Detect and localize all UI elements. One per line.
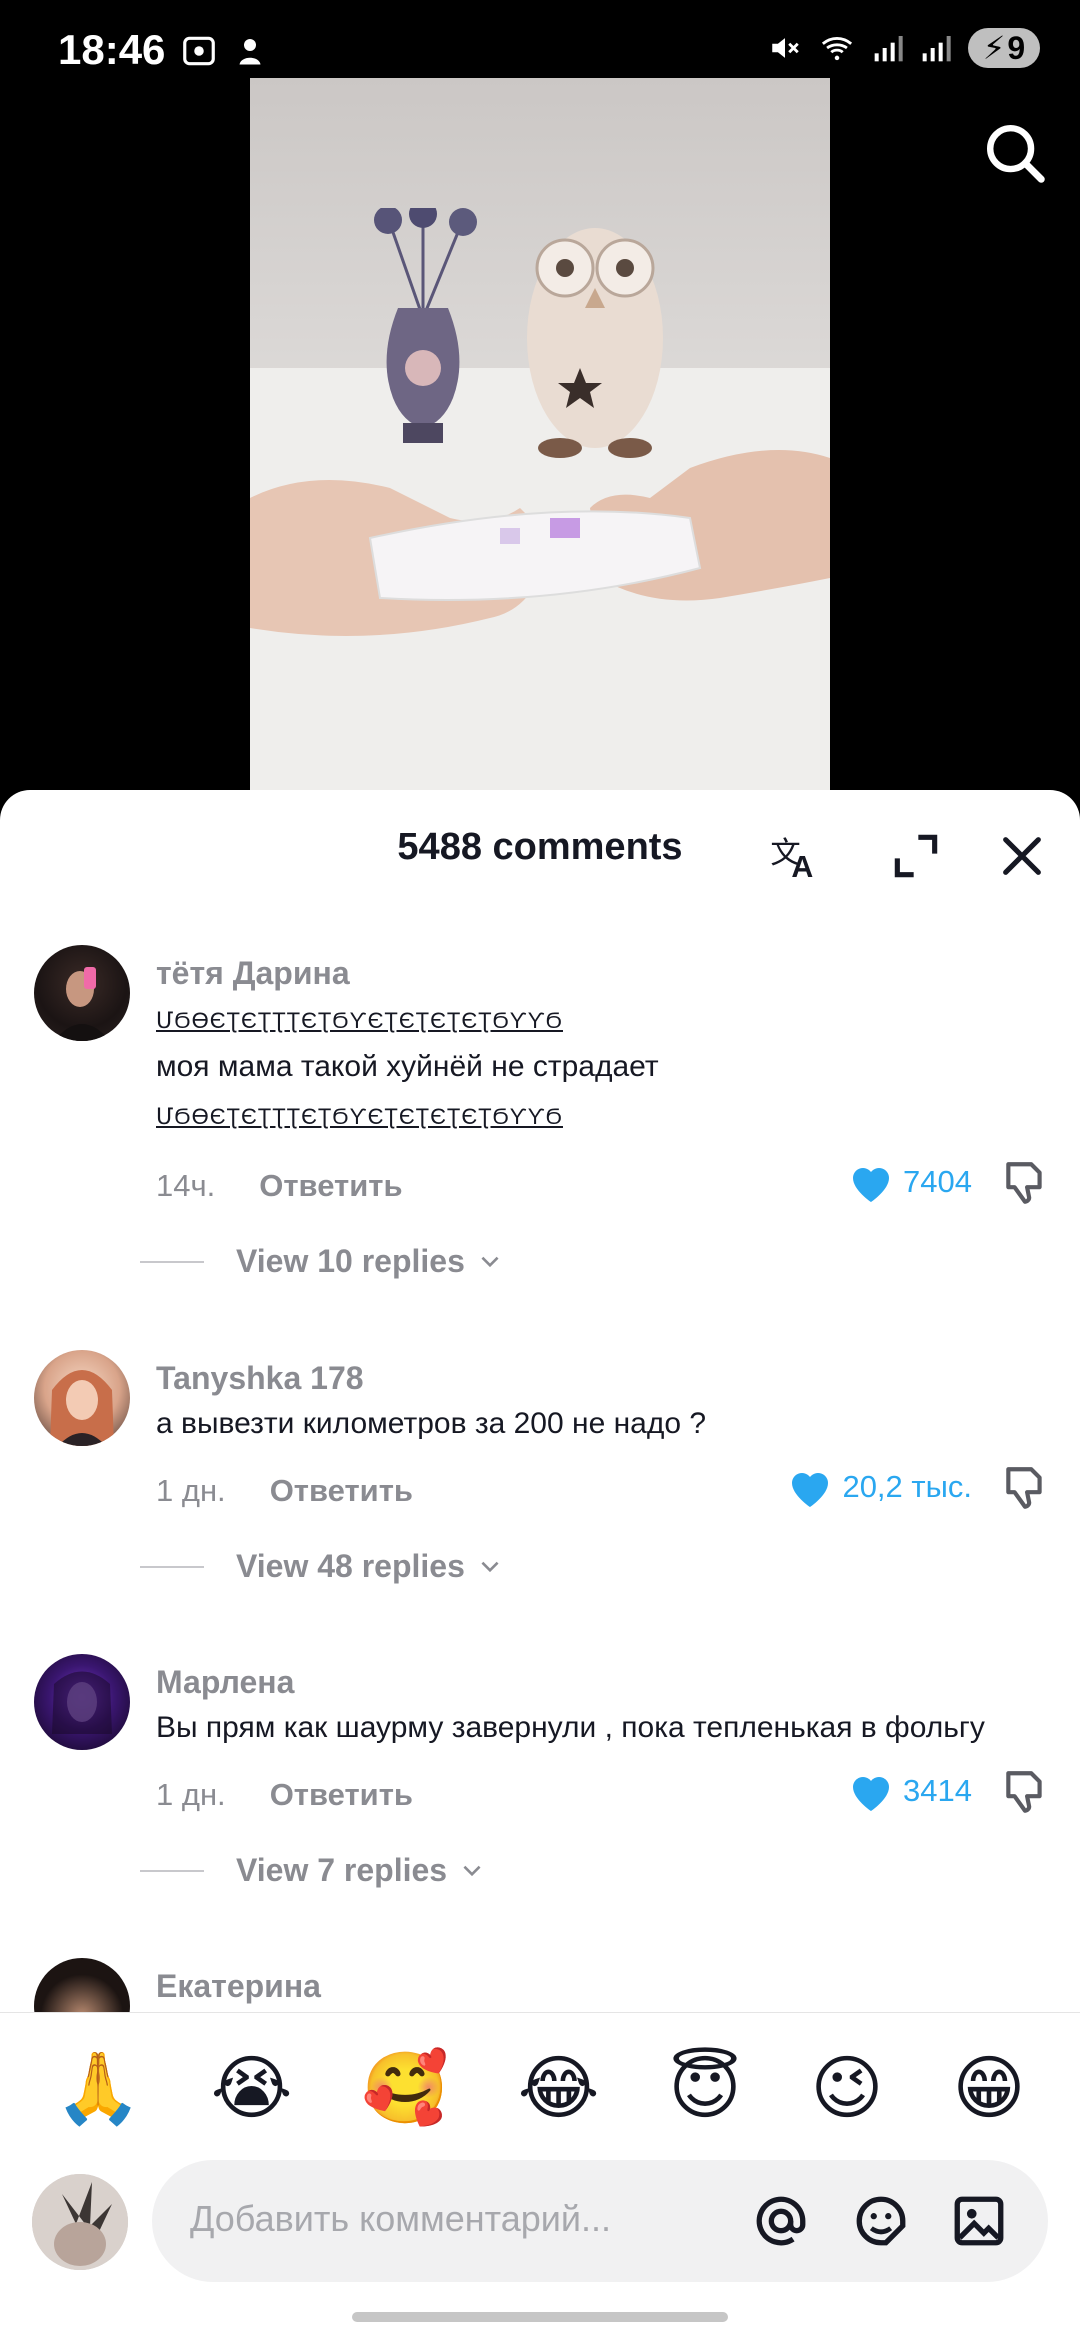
screenshot-icon (183, 36, 215, 66)
comment-text: а вывезти километров за 200 не надо ? (156, 1407, 707, 1440)
video-player[interactable] (250, 78, 830, 798)
view-replies-label: View 7 replies (236, 1852, 448, 1888)
comment-username[interactable]: Tanyshka 178 (156, 1360, 364, 1397)
battery-indicator: ⚡ 9 (968, 28, 1040, 68)
status-time: 18:46 (58, 26, 166, 73)
view-replies-button[interactable]: View 7 replies (140, 1852, 485, 1889)
chevron-down-icon (481, 1256, 499, 1267)
translate-icon[interactable]: 文 A (768, 828, 824, 884)
comment-time: 14ч. (156, 1168, 216, 1203)
comment-deco-line: ՄϬϴЄƮЄƮƮƮЄƮϬƳЄƮЄƮЄƮЄƮϬƳƳϬ (156, 995, 563, 1045)
comment-meta: 1 дн. Ответить (156, 1777, 413, 1813)
reply-button[interactable]: Ответить (259, 1168, 402, 1204)
comment-meta: 1 дн. Ответить (156, 1473, 413, 1509)
comment-text: моя мама такой хуйнёй не страдает (156, 1050, 659, 1083)
emoji-angel-button[interactable]: 😇 (669, 2053, 742, 2123)
avatar[interactable] (34, 1958, 130, 2012)
search-icon[interactable] (980, 118, 1050, 188)
emoji-grin-button[interactable]: 😁 (953, 2053, 1026, 2123)
battery-level: 9 (1007, 29, 1026, 66)
emoji-laughing-button[interactable]: 😂 (518, 2053, 600, 2123)
heart-icon (853, 1168, 890, 1202)
mention-icon[interactable] (752, 2192, 810, 2250)
comment-time: 1 дн. (156, 1473, 226, 1508)
comment-text: Вы прям как шаурму завернули , пока тепл… (156, 1711, 985, 1744)
svg-text:A: A (791, 851, 813, 884)
comment-item: Екатерина (0, 1953, 1080, 2012)
like-count: 3414 (903, 1773, 972, 1808)
image-icon[interactable] (950, 2192, 1008, 2250)
emoji-crying-button[interactable]: 😭 (211, 2053, 293, 2123)
signal-icon-2 (922, 36, 951, 62)
comment-username[interactable]: Марлена (156, 1664, 294, 1701)
avatar[interactable] (34, 1654, 130, 1750)
dislike-icon[interactable] (1000, 1767, 1050, 1817)
notification-app-icon (239, 39, 261, 65)
comment-meta: 14ч. Ответить (156, 1168, 403, 1204)
reply-button[interactable]: Ответить (270, 1473, 413, 1509)
chevron-down-icon (463, 1865, 481, 1876)
comment-input-placeholder: Добавить комментарий... (190, 2198, 612, 2239)
comment-input-row: Добавить комментарий... (0, 2160, 1080, 2290)
heart-icon (792, 1473, 829, 1507)
avatar-image (52, 1671, 112, 1734)
divider-line (140, 1565, 204, 1568)
avatar-image (50, 1370, 114, 1446)
charging-icon: ⚡ (982, 30, 1006, 66)
like-button[interactable]: 7404 (847, 1160, 972, 1204)
hands-image (250, 450, 830, 636)
like-count: 20,2 тыс. (842, 1469, 972, 1504)
avatar-image (54, 967, 110, 1041)
emoji-quick-bar: 🙏 😭 🥰 😂 😇 😉 😁 (0, 2012, 1080, 2162)
divider-line (140, 1869, 204, 1872)
deco-text: ՄϬϴЄƮЄƮƮƮЄƮϬƳЄƮЄƮЄƮЄƮϬƳƳϬ (156, 1008, 563, 1033)
emoji-picker-icon[interactable] (852, 2192, 910, 2250)
like-button[interactable]: 3414 (847, 1769, 972, 1813)
comment-time: 1 дн. (156, 1777, 226, 1812)
view-replies-label: View 48 replies (236, 1548, 465, 1584)
view-replies-label: View 10 replies (236, 1243, 465, 1279)
reply-button[interactable]: Ответить (270, 1777, 413, 1813)
dislike-icon[interactable] (1000, 1158, 1050, 1208)
emoji-pray-button[interactable]: 🙏 (55, 2053, 142, 2123)
my-avatar (32, 2174, 128, 2270)
comment-username[interactable]: Екатерина (156, 1968, 321, 2005)
comment-username[interactable]: тётя Дарина (156, 955, 350, 992)
avatar[interactable] (34, 1350, 130, 1446)
status-left-icons (180, 32, 268, 70)
home-indicator[interactable] (352, 2312, 728, 2322)
heart-icon (853, 1777, 890, 1811)
chevron-down-icon (481, 1561, 499, 1572)
divider-line (140, 1260, 204, 1263)
emoji-hearts-button[interactable]: 🥰 (362, 2053, 449, 2123)
close-icon[interactable] (994, 828, 1050, 884)
view-replies-button[interactable]: View 10 replies (140, 1243, 503, 1280)
like-button[interactable]: 20,2 тыс. (786, 1465, 972, 1509)
avatar[interactable] (34, 945, 130, 1041)
view-replies-button[interactable]: View 48 replies (140, 1548, 503, 1585)
signal-icon (874, 36, 903, 62)
expand-icon[interactable] (888, 828, 944, 884)
comment-input[interactable]: Добавить комментарий... (152, 2160, 1048, 2282)
like-count: 7404 (903, 1164, 972, 1199)
wifi-icon (821, 37, 853, 61)
deco-text: ՄϬϴЄƮЄƮƮƮЄƮϬƳЄƮЄƮЄƮЄƮϬƳƳϬ (156, 1104, 563, 1129)
status-right-icons: ⚡ 9 (768, 28, 1040, 68)
mute-icon (772, 38, 799, 58)
avatar-image (32, 2174, 128, 2270)
emoji-wink-button[interactable]: 😉 (811, 2053, 884, 2123)
comment-deco-line-2: ՄϬϴЄƮЄƮƮƮЄƮϬƳЄƮЄƮЄƮЄƮϬƳƳϬ (156, 1091, 563, 1141)
dislike-icon[interactable] (1000, 1463, 1050, 1513)
